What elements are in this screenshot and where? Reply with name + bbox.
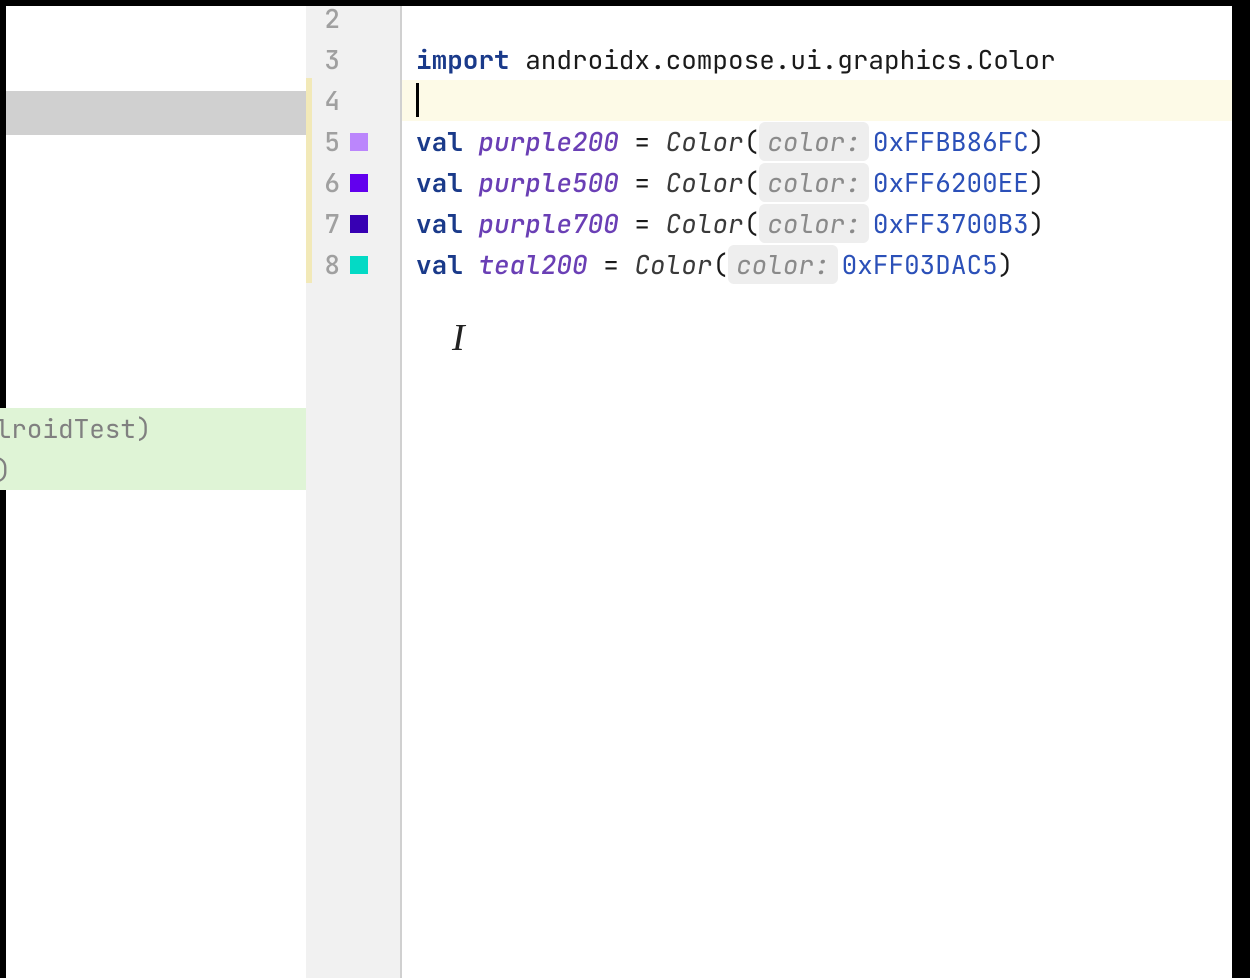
line-number[interactable]: 7 xyxy=(306,206,340,241)
line-number[interactable]: 3 xyxy=(306,42,340,77)
color-swatch-icon[interactable] xyxy=(350,215,368,233)
code-line[interactable]: val teal200 = Color( color:0xFF03DAC5) xyxy=(416,244,1013,285)
parameter-hint: color: xyxy=(759,204,869,243)
line-number[interactable]: 2 xyxy=(306,1,340,36)
color-swatch-icon[interactable] xyxy=(350,133,368,151)
code-line[interactable]: val purple500 = Color( color:0xFF6200EE) xyxy=(416,162,1045,203)
line-number[interactable]: 8 xyxy=(306,247,340,282)
code-line[interactable]: val purple700 = Color( color:0xFF3700B3) xyxy=(416,203,1045,244)
sidebar-selection[interactable] xyxy=(6,91,306,135)
parameter-hint: color: xyxy=(728,245,838,284)
text-caret xyxy=(416,83,419,117)
project-sidebar: lroidTest) t) xyxy=(6,6,306,978)
code-line[interactable]: import androidx.compose.ui.graphics.Colo… xyxy=(416,39,1056,80)
code-editor[interactable]: import androidx.compose.ui.graphics.Colo… xyxy=(402,6,1250,978)
color-swatch-icon[interactable] xyxy=(350,174,368,192)
editor-gutter: 2 3 4 5 6 7 8 xyxy=(306,6,402,978)
line-number[interactable]: 4 xyxy=(306,83,340,118)
current-line-highlight xyxy=(402,80,1250,121)
right-window-edge xyxy=(1232,6,1250,978)
mouse-text-cursor-icon: I xyxy=(452,316,465,360)
code-line[interactable]: val purple200 = Color( color:0xFFBB86FC) xyxy=(416,121,1045,162)
line-number[interactable]: 6 xyxy=(306,165,340,200)
line-number[interactable]: 5 xyxy=(306,124,340,159)
parameter-hint: color: xyxy=(759,122,869,161)
sidebar-sourceset-box[interactable]: lroidTest) t) xyxy=(0,408,306,490)
color-swatch-icon[interactable] xyxy=(350,256,368,274)
parameter-hint: color: xyxy=(759,163,869,202)
